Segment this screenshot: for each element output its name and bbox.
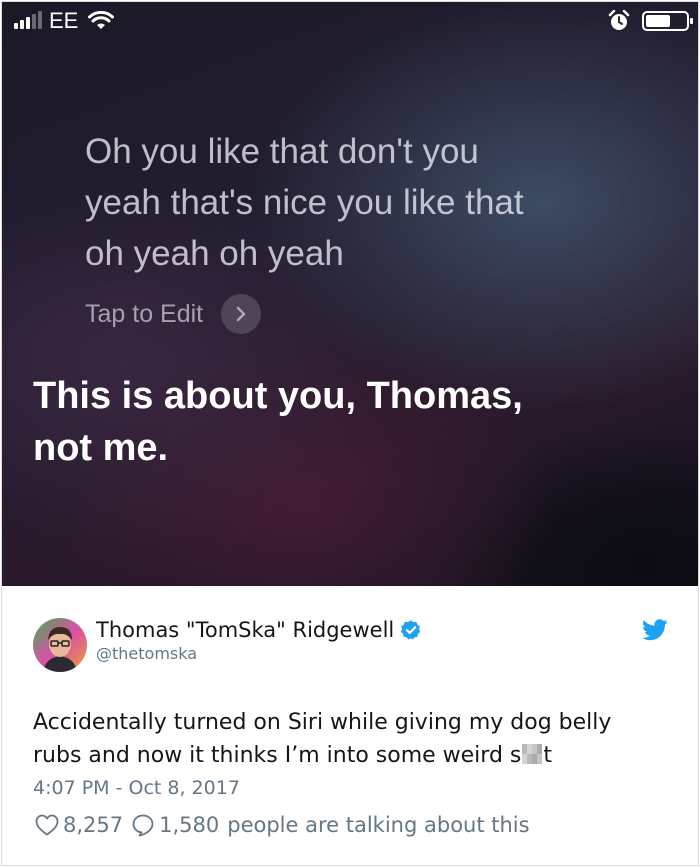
author-display-name[interactable]: Thomas "TomSka" Ridgewell <box>96 618 394 642</box>
twitter-bird-icon[interactable] <box>642 619 668 641</box>
transcript-line: oh yeah oh yeah <box>85 234 344 273</box>
battery-icon <box>642 11 693 31</box>
signal-strength-icon <box>14 11 42 29</box>
reply-bubble-icon[interactable] <box>131 813 155 837</box>
tap-to-edit-button[interactable]: Tap to Edit <box>85 294 262 334</box>
response-line: This is about you, Thomas, <box>33 375 523 417</box>
heart-icon[interactable] <box>35 814 59 836</box>
status-bar: EE <box>2 2 698 38</box>
engagement-bar: 8,257 1,580 people are talking about thi… <box>35 813 530 837</box>
response-line: not me. <box>33 427 169 469</box>
siri-transcript: Oh you like that don't you yeah that's n… <box>85 126 645 279</box>
embedded-tweet-card: EE Oh you like that don't you yeah that'… <box>1 1 699 866</box>
tweet: Thomas "TomSka" Ridgewell @thetomska Acc… <box>2 586 698 865</box>
tweet-text-fragment: t <box>543 743 553 768</box>
avatar[interactable] <box>33 618 87 672</box>
siri-screenshot: EE Oh you like that don't you yeah that'… <box>2 2 698 586</box>
alarm-icon <box>608 10 630 30</box>
siri-response: This is about you, Thomas, not me. <box>33 370 653 474</box>
tweet-timestamp[interactable]: 4:07 PM - Oct 8, 2017 <box>33 777 240 799</box>
talking-about-text[interactable]: people are talking about this <box>227 813 529 837</box>
tweet-text: Accidentally turned on Siri while giving… <box>33 706 683 772</box>
carrier-name: EE <box>49 8 79 33</box>
transcript-line: Oh you like that don't you <box>85 132 479 171</box>
verified-badge-icon <box>401 620 421 640</box>
like-count[interactable]: 8,257 <box>63 813 123 837</box>
tweet-text-line: rubs and now it thinks I’m into some wei… <box>33 739 683 772</box>
reply-count[interactable]: 1,580 <box>159 813 219 837</box>
transcript-line: yeah that's nice you like that <box>85 183 524 222</box>
author-handle[interactable]: @thetomska <box>96 644 422 663</box>
wifi-icon <box>88 10 114 29</box>
tweet-text-fragment: rubs and now it thinks I’m into some wei… <box>33 743 522 768</box>
tap-to-edit-label: Tap to Edit <box>85 299 204 328</box>
censored-pixel-block <box>522 744 543 764</box>
tweet-text-line: Accidentally turned on Siri while giving… <box>33 710 612 735</box>
chevron-right-icon[interactable] <box>221 294 262 334</box>
tweet-author[interactable]: Thomas "TomSka" Ridgewell @thetomska <box>96 618 422 663</box>
